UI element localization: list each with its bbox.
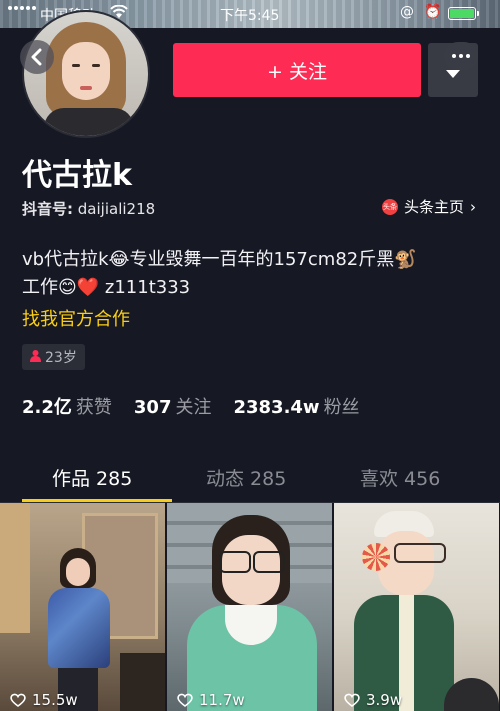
rotation-lock-icon: @ bbox=[400, 4, 414, 20]
bio-line-1: vb代古拉k😂专业毁舞一百年的157cm82斤黑🐒 bbox=[22, 249, 417, 270]
douyin-id-value: daijiali218 bbox=[77, 200, 156, 218]
douyin-id: 抖音号: daijiali218 bbox=[22, 198, 155, 219]
tab-moments[interactable]: 动态 285 bbox=[206, 464, 286, 491]
alarm-icon: ⏰ bbox=[424, 4, 442, 20]
dots-icon[interactable] bbox=[444, 42, 478, 70]
video-thumbnail[interactable]: 3.9w bbox=[334, 503, 499, 711]
person-icon bbox=[30, 349, 41, 365]
douyin-id-label: 抖音号: bbox=[22, 200, 73, 218]
followers-stat[interactable]: 2383.4w 粉丝 bbox=[233, 393, 359, 419]
video-likes: 11.7w bbox=[177, 691, 245, 709]
tab-works[interactable]: 作品 285 bbox=[52, 464, 132, 491]
age-label: 23岁 bbox=[45, 350, 77, 366]
stats-row: 2.2亿 获赞 307 关注 2383.4w 粉丝 bbox=[22, 393, 360, 419]
content-tabs: 作品 285 动态 285 喜欢 456 bbox=[0, 452, 500, 503]
business-link[interactable]: 找我官方合作 bbox=[22, 305, 130, 331]
video-thumbnail[interactable]: 15.5w bbox=[0, 503, 165, 711]
chevron-down-icon bbox=[446, 70, 460, 78]
video-grid: 15.5w 11.7w 3.9w bbox=[0, 503, 500, 711]
heart-icon bbox=[10, 693, 26, 707]
profile-name: 代古拉k bbox=[22, 158, 132, 193]
chevron-right-icon: › bbox=[470, 197, 476, 216]
age-tag: 23岁 bbox=[22, 344, 85, 370]
chevron-left-icon bbox=[31, 48, 42, 66]
toutiao-icon: 头条 bbox=[381, 198, 398, 215]
heart-icon bbox=[177, 693, 193, 707]
heart-icon bbox=[344, 693, 360, 707]
following-stat[interactable]: 307 关注 bbox=[134, 393, 212, 419]
video-thumbnail[interactable]: 11.7w bbox=[167, 503, 332, 711]
back-button[interactable] bbox=[20, 40, 54, 74]
avatar[interactable] bbox=[22, 10, 150, 138]
tab-indicator bbox=[22, 499, 172, 502]
follow-button[interactable]: + 关注 bbox=[173, 43, 421, 97]
battery-icon bbox=[448, 7, 479, 20]
toutiao-label: 头条主页 bbox=[403, 198, 464, 216]
toutiao-link[interactable]: 头条 头条主页 › bbox=[381, 196, 476, 217]
signal-icon bbox=[8, 6, 36, 10]
likes-stat[interactable]: 2.2亿 获赞 bbox=[22, 393, 112, 419]
video-likes: 15.5w bbox=[10, 691, 78, 709]
tab-likes[interactable]: 喜欢 456 bbox=[360, 464, 440, 491]
bio: vb代古拉k😂专业毁舞一百年的157cm82斤黑🐒 工作😊❤️ z111t333 bbox=[22, 246, 482, 302]
status-time: 下午5:45 bbox=[220, 8, 280, 24]
bio-line-2: 工作😊❤️ z111t333 bbox=[22, 277, 191, 298]
video-likes: 3.9w bbox=[344, 691, 402, 709]
